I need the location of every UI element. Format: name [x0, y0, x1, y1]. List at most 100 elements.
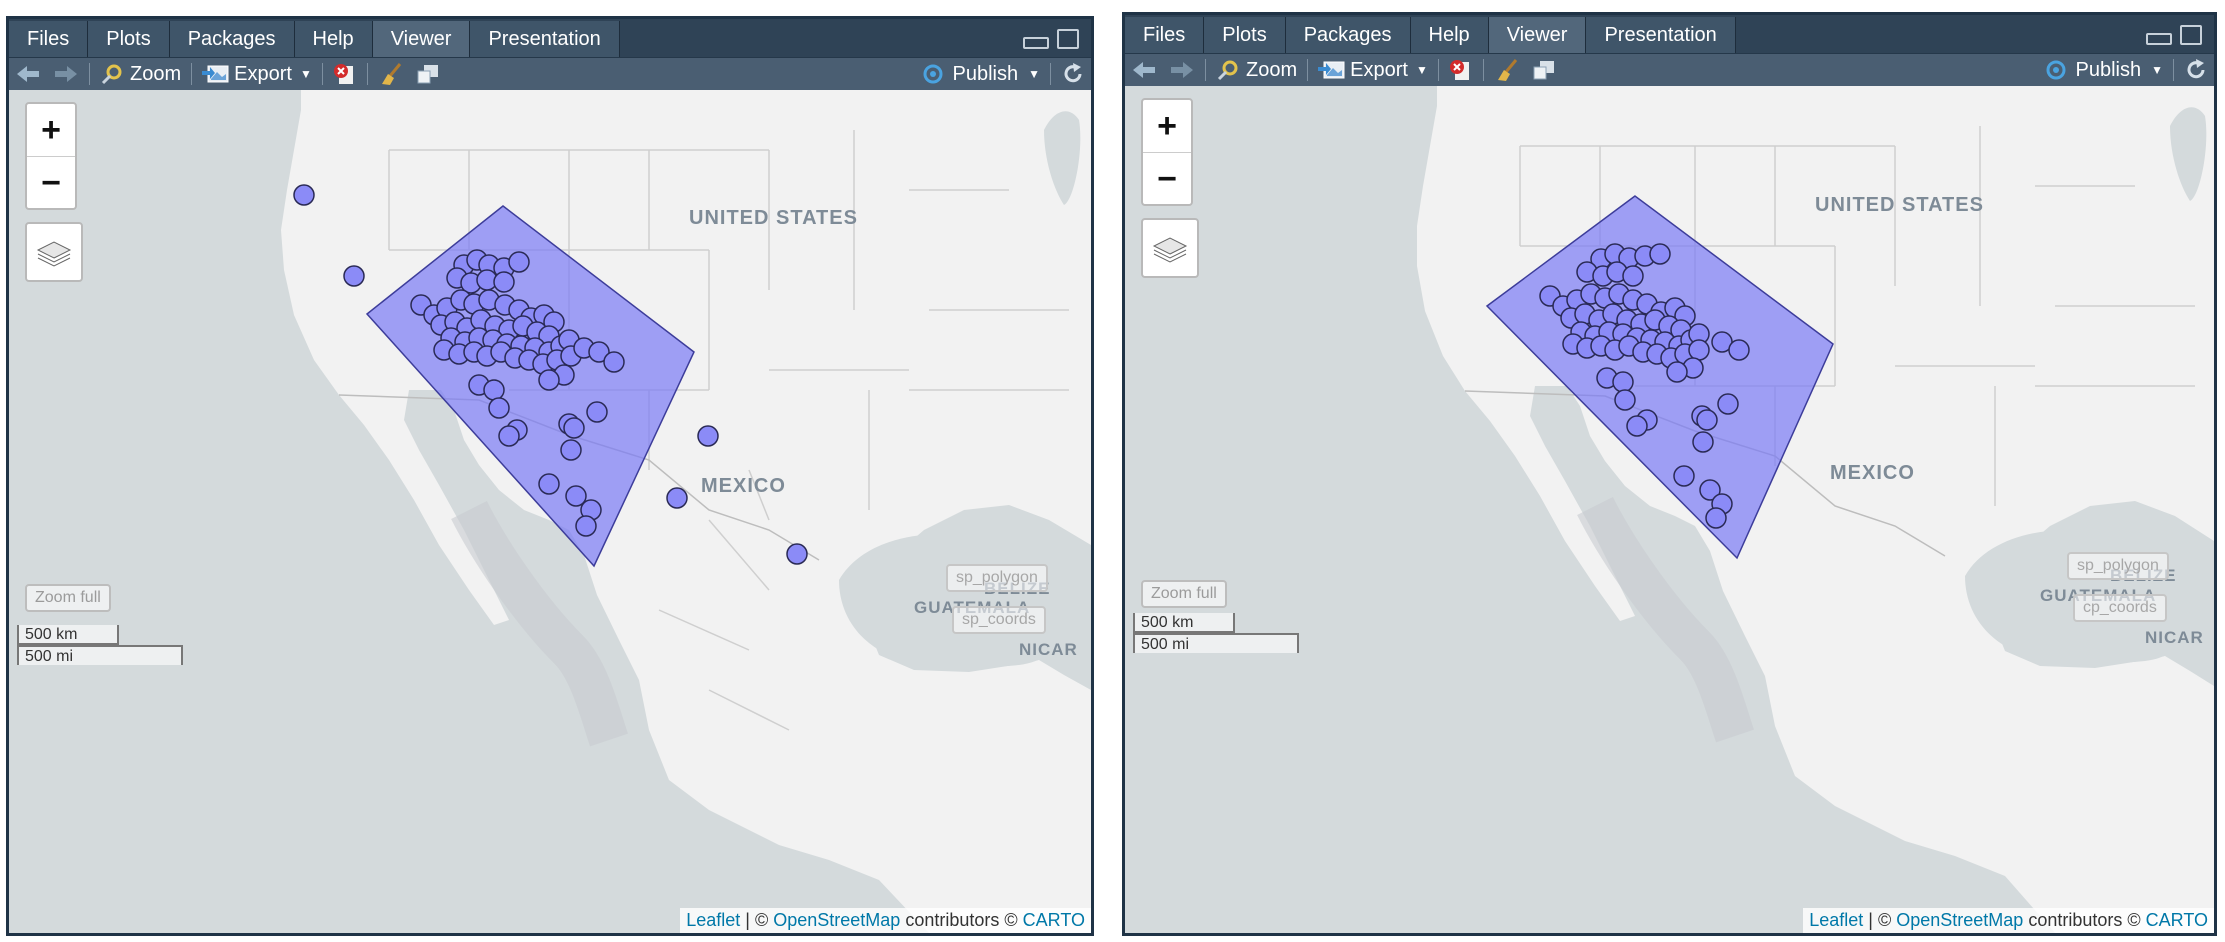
zoom-label: Zoom — [130, 62, 182, 85]
tab-packages[interactable]: Packages — [169, 21, 295, 57]
refresh-icon — [2187, 59, 2205, 79]
broom-icon — [1497, 59, 1517, 81]
layers-icon — [1152, 237, 1188, 263]
tab-plots[interactable]: Plots — [1204, 17, 1286, 53]
sp-coords-toggle-button[interactable]: sp_coords — [952, 606, 1046, 634]
viewer-pane-right: Files Plots Packages Help Viewer Present… — [1122, 12, 2217, 936]
leaflet-map[interactable]: UNITED STATES MEXICO BELIZE GUATEMALA NI… — [9, 90, 1091, 933]
tab-presentation[interactable]: Presentation — [470, 21, 620, 57]
publish-button[interactable]: Publish ▼ — [2038, 54, 2170, 86]
zoom-out-button[interactable]: − — [27, 156, 75, 209]
arrow-right-icon — [55, 66, 77, 82]
publish-button[interactable]: Publish ▼ — [915, 58, 1047, 90]
arrow-left-icon — [17, 66, 39, 82]
label-nicaragua: NICAR — [1019, 640, 1078, 659]
label-united-states: UNITED STATES — [689, 207, 858, 229]
toolbar-divider — [321, 63, 323, 85]
export-label: Export — [234, 62, 292, 85]
scale-bar-mi: 500 mi — [1133, 633, 1299, 653]
leaflet-map[interactable]: UNITED STATES MEXICO BELIZE GUATEMALA NI… — [1125, 86, 2214, 933]
viewer-toolbar: Zoom Export ▼ Publish ▼ — [1125, 53, 2214, 86]
publish-icon — [923, 64, 942, 84]
toolbar-divider — [1307, 59, 1309, 81]
basemap-and-overlays — [1125, 86, 2214, 933]
refresh-button[interactable] — [1055, 58, 1091, 90]
tab-bar: Files Plots Packages Help Viewer Present… — [1125, 15, 2214, 53]
publish-label: Publish — [952, 62, 1019, 85]
carto-link[interactable]: CARTO — [1023, 910, 1085, 930]
attribution-separator: | © — [1863, 910, 1897, 930]
clear-viewer-button[interactable] — [327, 58, 363, 90]
tab-files[interactable]: Files — [1125, 17, 1205, 53]
zoom-button[interactable]: Zoom — [94, 58, 187, 90]
carto-link[interactable]: CARTO — [2146, 910, 2208, 930]
pane-body: Files Plots Packages Help Viewer Present… — [9, 19, 1091, 933]
cp-coords-toggle-button[interactable]: cp_coords — [2073, 594, 2167, 622]
magnifier-icon — [1217, 60, 1238, 81]
toolbar-divider — [89, 63, 90, 85]
pane-body: Files Plots Packages Help Viewer Present… — [1125, 15, 2214, 933]
layers-control[interactable] — [1141, 218, 1199, 278]
close-document-icon — [1449, 60, 1469, 80]
caret-down-icon: ▼ — [2151, 63, 2163, 77]
minimize-pane-button[interactable] — [2146, 33, 2172, 45]
export-image-icon — [1318, 61, 1345, 79]
export-button[interactable]: Export ▼ — [1312, 54, 1434, 86]
broom-icon — [381, 63, 401, 85]
caret-down-icon: ▼ — [299, 67, 312, 81]
basemap-and-overlays — [9, 90, 1091, 933]
clear-all-button[interactable] — [372, 58, 410, 90]
refresh-icon — [1064, 63, 1082, 83]
tab-help[interactable]: Help — [294, 21, 373, 57]
popout-button[interactable] — [1526, 54, 1562, 86]
tab-viewer[interactable]: Viewer — [1488, 17, 1587, 53]
zoom-in-button[interactable]: + — [27, 104, 75, 156]
zoom-out-button[interactable]: − — [1143, 152, 1191, 205]
zoom-control: + − — [25, 102, 77, 210]
tab-viewer[interactable]: Viewer — [372, 21, 471, 57]
zoom-full-button[interactable]: Zoom full — [1141, 580, 1227, 608]
clear-all-button[interactable] — [1488, 54, 1526, 86]
export-button[interactable]: Export ▼ — [196, 58, 318, 90]
tab-presentation[interactable]: Presentation — [1586, 17, 1736, 53]
zoom-button[interactable]: Zoom — [1210, 54, 1303, 86]
openstreetmap-link[interactable]: OpenStreetMap — [773, 910, 900, 930]
tab-files[interactable]: Files — [9, 21, 89, 57]
zoom-in-button[interactable]: + — [1143, 100, 1191, 152]
leaflet-link[interactable]: Leaflet — [1809, 910, 1863, 930]
export-label: Export — [1350, 58, 1408, 81]
tab-packages[interactable]: Packages — [1285, 17, 1411, 53]
layers-icon — [36, 241, 72, 267]
maximize-pane-button[interactable] — [1057, 29, 1079, 49]
layers-control[interactable] — [25, 222, 83, 282]
forward-button[interactable] — [47, 58, 85, 90]
map-attribution: Leaflet | © OpenStreetMap contributors ©… — [680, 908, 1091, 933]
window-buttons — [2146, 25, 2202, 45]
sp-polygon-toggle-button[interactable]: sp_polygon — [946, 564, 1048, 592]
toolbar-divider — [1050, 63, 1051, 85]
map-attribution: Leaflet | © OpenStreetMap contributors ©… — [1803, 908, 2214, 933]
forward-button[interactable] — [1163, 54, 1201, 86]
minimize-pane-button[interactable] — [1023, 37, 1049, 49]
publish-icon — [2046, 60, 2065, 80]
zoom-control: + − — [1141, 98, 1193, 206]
tab-plots[interactable]: Plots — [88, 21, 170, 57]
back-button[interactable] — [9, 58, 47, 90]
zoom-full-button[interactable]: Zoom full — [25, 584, 111, 612]
maximize-pane-button[interactable] — [2180, 25, 2202, 45]
leaflet-link[interactable]: Leaflet — [686, 910, 740, 930]
magnifier-icon — [101, 64, 122, 85]
popout-button[interactable] — [410, 58, 446, 90]
refresh-button[interactable] — [2178, 54, 2214, 86]
window-buttons — [1023, 29, 1079, 49]
tab-help[interactable]: Help — [1410, 17, 1489, 53]
sp-polygon-toggle-button[interactable]: sp_polygon — [2067, 552, 2169, 580]
close-document-icon — [333, 64, 353, 84]
toolbar-divider — [2173, 59, 2174, 81]
clear-viewer-button[interactable] — [1443, 54, 1479, 86]
scale-bar-km: 500 km — [17, 625, 119, 645]
toolbar-divider — [1437, 59, 1439, 81]
back-button[interactable] — [1125, 54, 1163, 86]
label-united-states: UNITED STATES — [1815, 194, 1984, 216]
openstreetmap-link[interactable]: OpenStreetMap — [1896, 910, 2023, 930]
